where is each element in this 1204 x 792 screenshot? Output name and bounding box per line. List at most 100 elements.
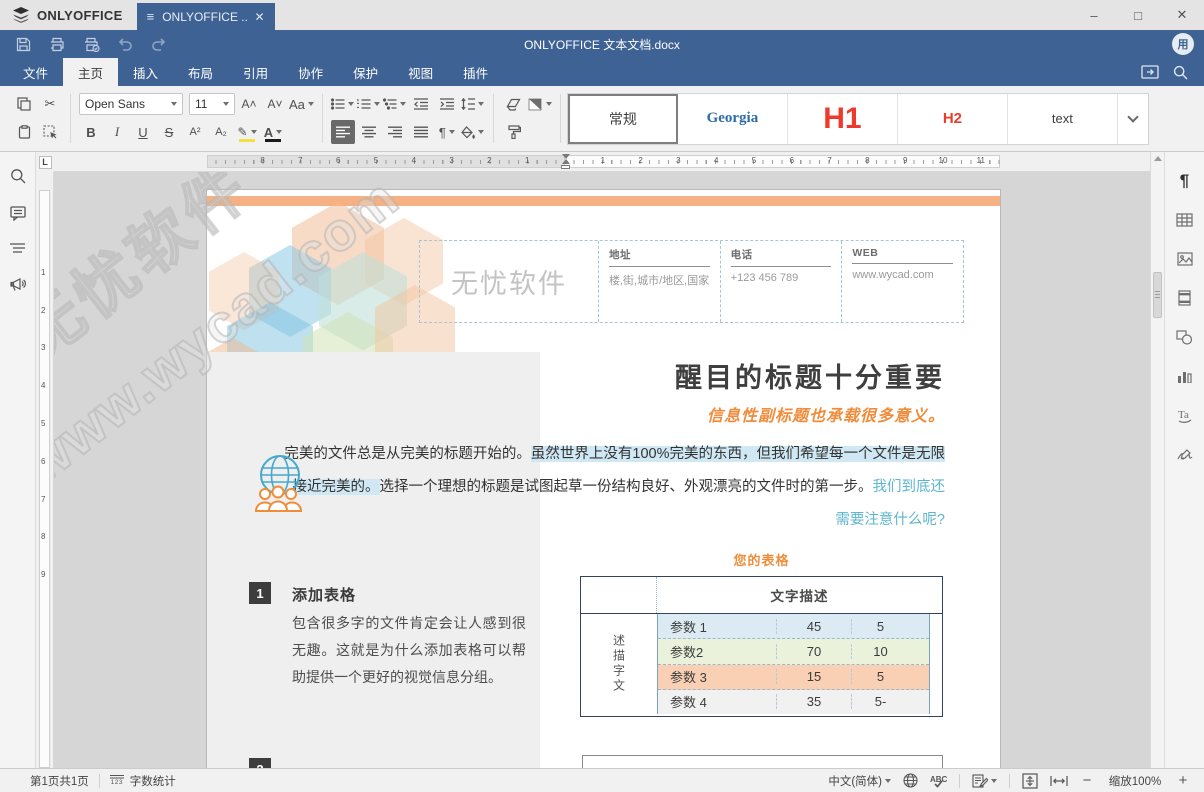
style-text[interactable]: text: [1008, 94, 1118, 144]
line-spacing-button[interactable]: [461, 92, 485, 116]
increase-font-button[interactable]: A˄: [237, 92, 261, 116]
tab-menu-icon[interactable]: ≡: [147, 9, 155, 24]
maximize-button[interactable]: □: [1116, 0, 1160, 30]
save-button[interactable]: [8, 32, 38, 56]
ribbon-tab-文件[interactable]: 文件: [8, 58, 63, 86]
decrease-font-button[interactable]: A˅: [263, 92, 287, 116]
indent-marker[interactable]: [560, 154, 571, 169]
zoom-level[interactable]: 缩放100%: [1106, 773, 1164, 789]
close-button[interactable]: ✕: [1160, 0, 1204, 30]
paste-button[interactable]: [12, 120, 36, 144]
zoom-in-button[interactable]: +: [1176, 772, 1190, 789]
copy-button[interactable]: [12, 92, 36, 116]
find-icon[interactable]: [10, 168, 26, 184]
subscript-button[interactable]: A₂: [209, 120, 233, 144]
feedback-icon[interactable]: [10, 277, 26, 292]
ribbon-tab-保护[interactable]: 保护: [338, 58, 393, 86]
bullets-button[interactable]: [331, 92, 355, 116]
highlight-color-button[interactable]: ✎: [235, 120, 259, 144]
redo-button[interactable]: [144, 32, 174, 56]
vertical-scrollbar[interactable]: [1150, 152, 1164, 768]
chart-settings-icon[interactable]: [1175, 367, 1195, 385]
paragraph-shading-button[interactable]: [461, 120, 485, 144]
comments-icon[interactable]: [10, 206, 26, 221]
set-language-icon[interactable]: [903, 773, 918, 788]
user-avatar[interactable]: 用: [1172, 33, 1194, 55]
field-value: +123 456 789: [731, 267, 832, 284]
track-changes-button[interactable]: [972, 774, 997, 788]
table-row[interactable]: 参数 4355-: [658, 690, 929, 714]
font-size-select[interactable]: 11: [189, 93, 235, 115]
open-file-location-icon[interactable]: [1141, 65, 1159, 79]
underline-button[interactable]: U: [131, 120, 155, 144]
image-settings-icon[interactable]: [1175, 250, 1195, 268]
page-indicator[interactable]: 第1页共1页: [30, 773, 89, 789]
justify-button[interactable]: [409, 120, 433, 144]
word-count-button[interactable]: 123 字数统计: [110, 773, 176, 789]
change-case-button[interactable]: Aa: [289, 92, 314, 116]
cell-fill-button[interactable]: [528, 92, 552, 116]
navigation-icon[interactable]: [10, 243, 25, 255]
font-color-button[interactable]: A: [261, 120, 285, 144]
zoom-out-button[interactable]: −: [1080, 772, 1094, 789]
quick-print-button[interactable]: [76, 32, 106, 56]
scrollbar-thumb[interactable]: [1153, 272, 1162, 318]
numbering-button[interactable]: [357, 92, 381, 116]
scroll-up-icon[interactable]: [1154, 156, 1162, 161]
document-tab[interactable]: ≡ ONLYOFFICE ... ✕: [137, 3, 275, 30]
cut-button[interactable]: ✂: [38, 92, 62, 116]
bold-button[interactable]: B: [79, 120, 103, 144]
ribbon-tab-主页[interactable]: 主页: [63, 58, 118, 86]
undo-button[interactable]: [110, 32, 140, 56]
ribbon-tab-插入[interactable]: 插入: [118, 58, 173, 86]
tab-close-icon[interactable]: ✕: [255, 10, 265, 24]
search-icon[interactable]: [1173, 65, 1188, 80]
italic-button[interactable]: I: [105, 120, 129, 144]
header-footer-settings-icon[interactable]: [1175, 289, 1195, 307]
style-h2[interactable]: H2: [898, 94, 1008, 144]
table-settings-icon[interactable]: [1175, 211, 1195, 229]
fit-page-button[interactable]: [1022, 773, 1038, 789]
format-painter-button[interactable]: [502, 120, 526, 144]
document-page[interactable]: 无忧软件 地址 楼,街,城市/地区,国家 电话 +123 456 789 WEB…: [207, 190, 1000, 768]
print-button[interactable]: [42, 32, 72, 56]
clear-style-button[interactable]: [502, 92, 526, 116]
ribbon-tab-插件[interactable]: 插件: [448, 58, 503, 86]
table-row[interactable]: 参数27010: [658, 639, 929, 664]
ribbon-tab-视图[interactable]: 视图: [393, 58, 448, 86]
decrease-indent-button[interactable]: [409, 92, 433, 116]
table-row[interactable]: 参数 1455: [658, 614, 929, 639]
document-canvas[interactable]: 无忧软件 www.wycad.com 无忧软件 地址 楼,街,城市/地区,国家: [54, 172, 1150, 768]
ribbon-tab-协作[interactable]: 协作: [283, 58, 338, 86]
ribbon-tab-引用[interactable]: 引用: [228, 58, 283, 86]
strikethrough-button[interactable]: S: [157, 120, 181, 144]
company-header-table[interactable]: 无忧软件 地址 楼,街,城市/地区,国家 电话 +123 456 789 WEB…: [419, 240, 964, 323]
nonprinting-chars-button[interactable]: ¶: [435, 120, 459, 144]
tab-stop-selector[interactable]: L: [39, 156, 52, 169]
table-row[interactable]: 参数 3155: [658, 665, 929, 690]
spellcheck-icon[interactable]: ABC: [930, 774, 947, 788]
increase-indent-button[interactable]: [435, 92, 459, 116]
shape-settings-icon[interactable]: [1175, 328, 1195, 346]
select-all-button[interactable]: [38, 120, 62, 144]
paragraph-settings-icon[interactable]: ¶: [1175, 172, 1195, 190]
align-center-button[interactable]: [357, 120, 381, 144]
horizontal-ruler[interactable]: 876543211234567891011: [54, 152, 1150, 172]
signature-settings-icon[interactable]: [1175, 445, 1195, 463]
multilevel-list-button[interactable]: [383, 92, 407, 116]
language-select[interactable]: 中文(简体): [828, 773, 891, 789]
align-left-button[interactable]: [331, 120, 355, 144]
vertical-ruler[interactable]: 123456789: [36, 172, 54, 768]
style-h1[interactable]: H1: [788, 94, 898, 144]
font-name-select[interactable]: Open Sans: [79, 93, 183, 115]
styles-expand-button[interactable]: [1118, 94, 1148, 144]
align-right-button[interactable]: [383, 120, 407, 144]
style-georgia[interactable]: Georgia: [678, 94, 788, 144]
superscript-button[interactable]: A²: [183, 120, 207, 144]
ribbon-tab-布局[interactable]: 布局: [173, 58, 228, 86]
minimize-button[interactable]: –: [1072, 0, 1116, 30]
document-table[interactable]: 文字描述 述描字文 参数 1455参数27010参数 3155参数 4355-: [580, 576, 943, 717]
textart-settings-icon[interactable]: Ta: [1175, 406, 1195, 424]
style-normal[interactable]: 常规: [568, 94, 678, 144]
fit-width-button[interactable]: [1050, 775, 1068, 787]
